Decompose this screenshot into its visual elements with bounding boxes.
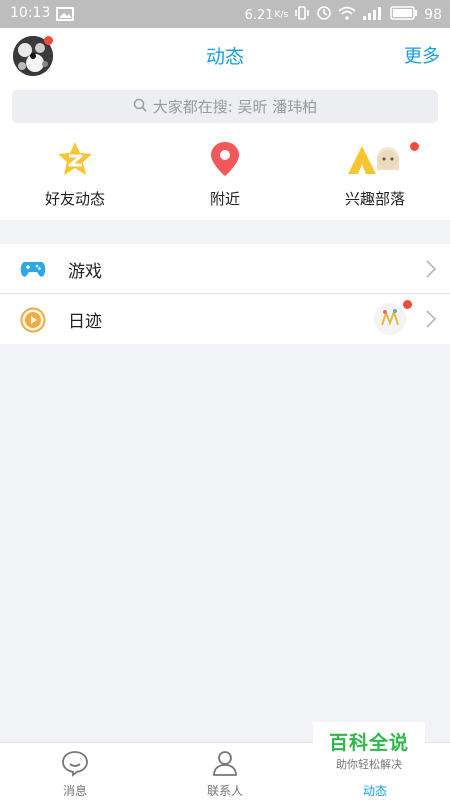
network-speed-unit: K/s <box>274 10 289 20</box>
status-right: 6.21 K/s 98 <box>245 5 442 25</box>
quick-item-nearby[interactable]: 附近 <box>165 140 285 209</box>
status-time: 10:13 <box>10 5 51 21</box>
quick-item-label: 附近 <box>209 190 240 208</box>
signal-icon <box>362 6 384 24</box>
tab-label: 动态 <box>362 784 387 798</box>
interest-tribe-badge <box>410 142 419 151</box>
tab-messages[interactable]: 消息 <box>20 749 130 799</box>
more-button[interactable]: 更多 <box>404 42 440 68</box>
page-title: 动态 <box>205 46 244 68</box>
star-z-icon <box>56 142 94 182</box>
tent-icon <box>344 146 406 182</box>
wifi-icon <box>338 6 356 24</box>
battery-level: 98 <box>424 7 442 23</box>
watermark: 百科全说 助你轻松解决 <box>313 722 425 774</box>
watermark-subtitle: 助你轻松解决 <box>336 758 402 771</box>
chat-bubble-icon <box>61 751 89 781</box>
quick-item-friends-feed[interactable]: 好友动态 <box>15 140 135 209</box>
chevron-right-icon <box>426 260 437 282</box>
search-placeholder: 大家都在搜: 吴昕 潘玮柏 <box>152 98 318 116</box>
search-section: 大家都在搜: 吴昕 潘玮柏 <box>0 80 450 132</box>
notification-image-icon <box>56 7 74 25</box>
list-item-daily-trace[interactable]: 日迹 <box>0 294 450 344</box>
quick-item-interest-tribe[interactable]: 兴趣部落 <box>315 140 435 209</box>
list-item-label: 日迹 <box>68 312 102 332</box>
quick-item-label: 兴趣部落 <box>344 190 405 208</box>
watermark-title: 百科全说 <box>328 732 409 754</box>
vibrate-icon <box>294 5 310 25</box>
search-input[interactable]: 大家都在搜: 吴昕 潘玮柏 <box>12 90 438 123</box>
list-item-label: 游戏 <box>68 262 102 282</box>
list-item-games[interactable]: 游戏 <box>0 244 450 294</box>
location-pin-icon <box>206 142 244 182</box>
alarm-icon <box>316 5 332 25</box>
tab-label: 消息 <box>62 784 87 798</box>
gamepad-icon <box>20 257 46 285</box>
tab-contacts[interactable]: 联系人 <box>170 749 280 799</box>
daily-trace-badge <box>403 300 412 309</box>
quick-item-label: 好友动态 <box>44 190 105 208</box>
header: 动态 更多 <box>0 28 450 80</box>
feature-list: 游戏 日迹 <box>0 244 450 344</box>
network-speed: 6.21 <box>244 7 274 23</box>
battery-icon <box>390 6 418 24</box>
tab-label: 联系人 <box>206 784 243 798</box>
quick-nav: 好友动态 附近 兴趣部落 <box>0 132 450 220</box>
person-icon <box>211 751 239 781</box>
search-icon <box>133 98 147 116</box>
daily-trace-thumbnail <box>374 303 406 335</box>
status-bar: 10:13 6.21 K/s 98 <box>0 0 450 28</box>
chevron-right-icon <box>426 310 437 332</box>
play-circle-icon <box>20 307 46 337</box>
